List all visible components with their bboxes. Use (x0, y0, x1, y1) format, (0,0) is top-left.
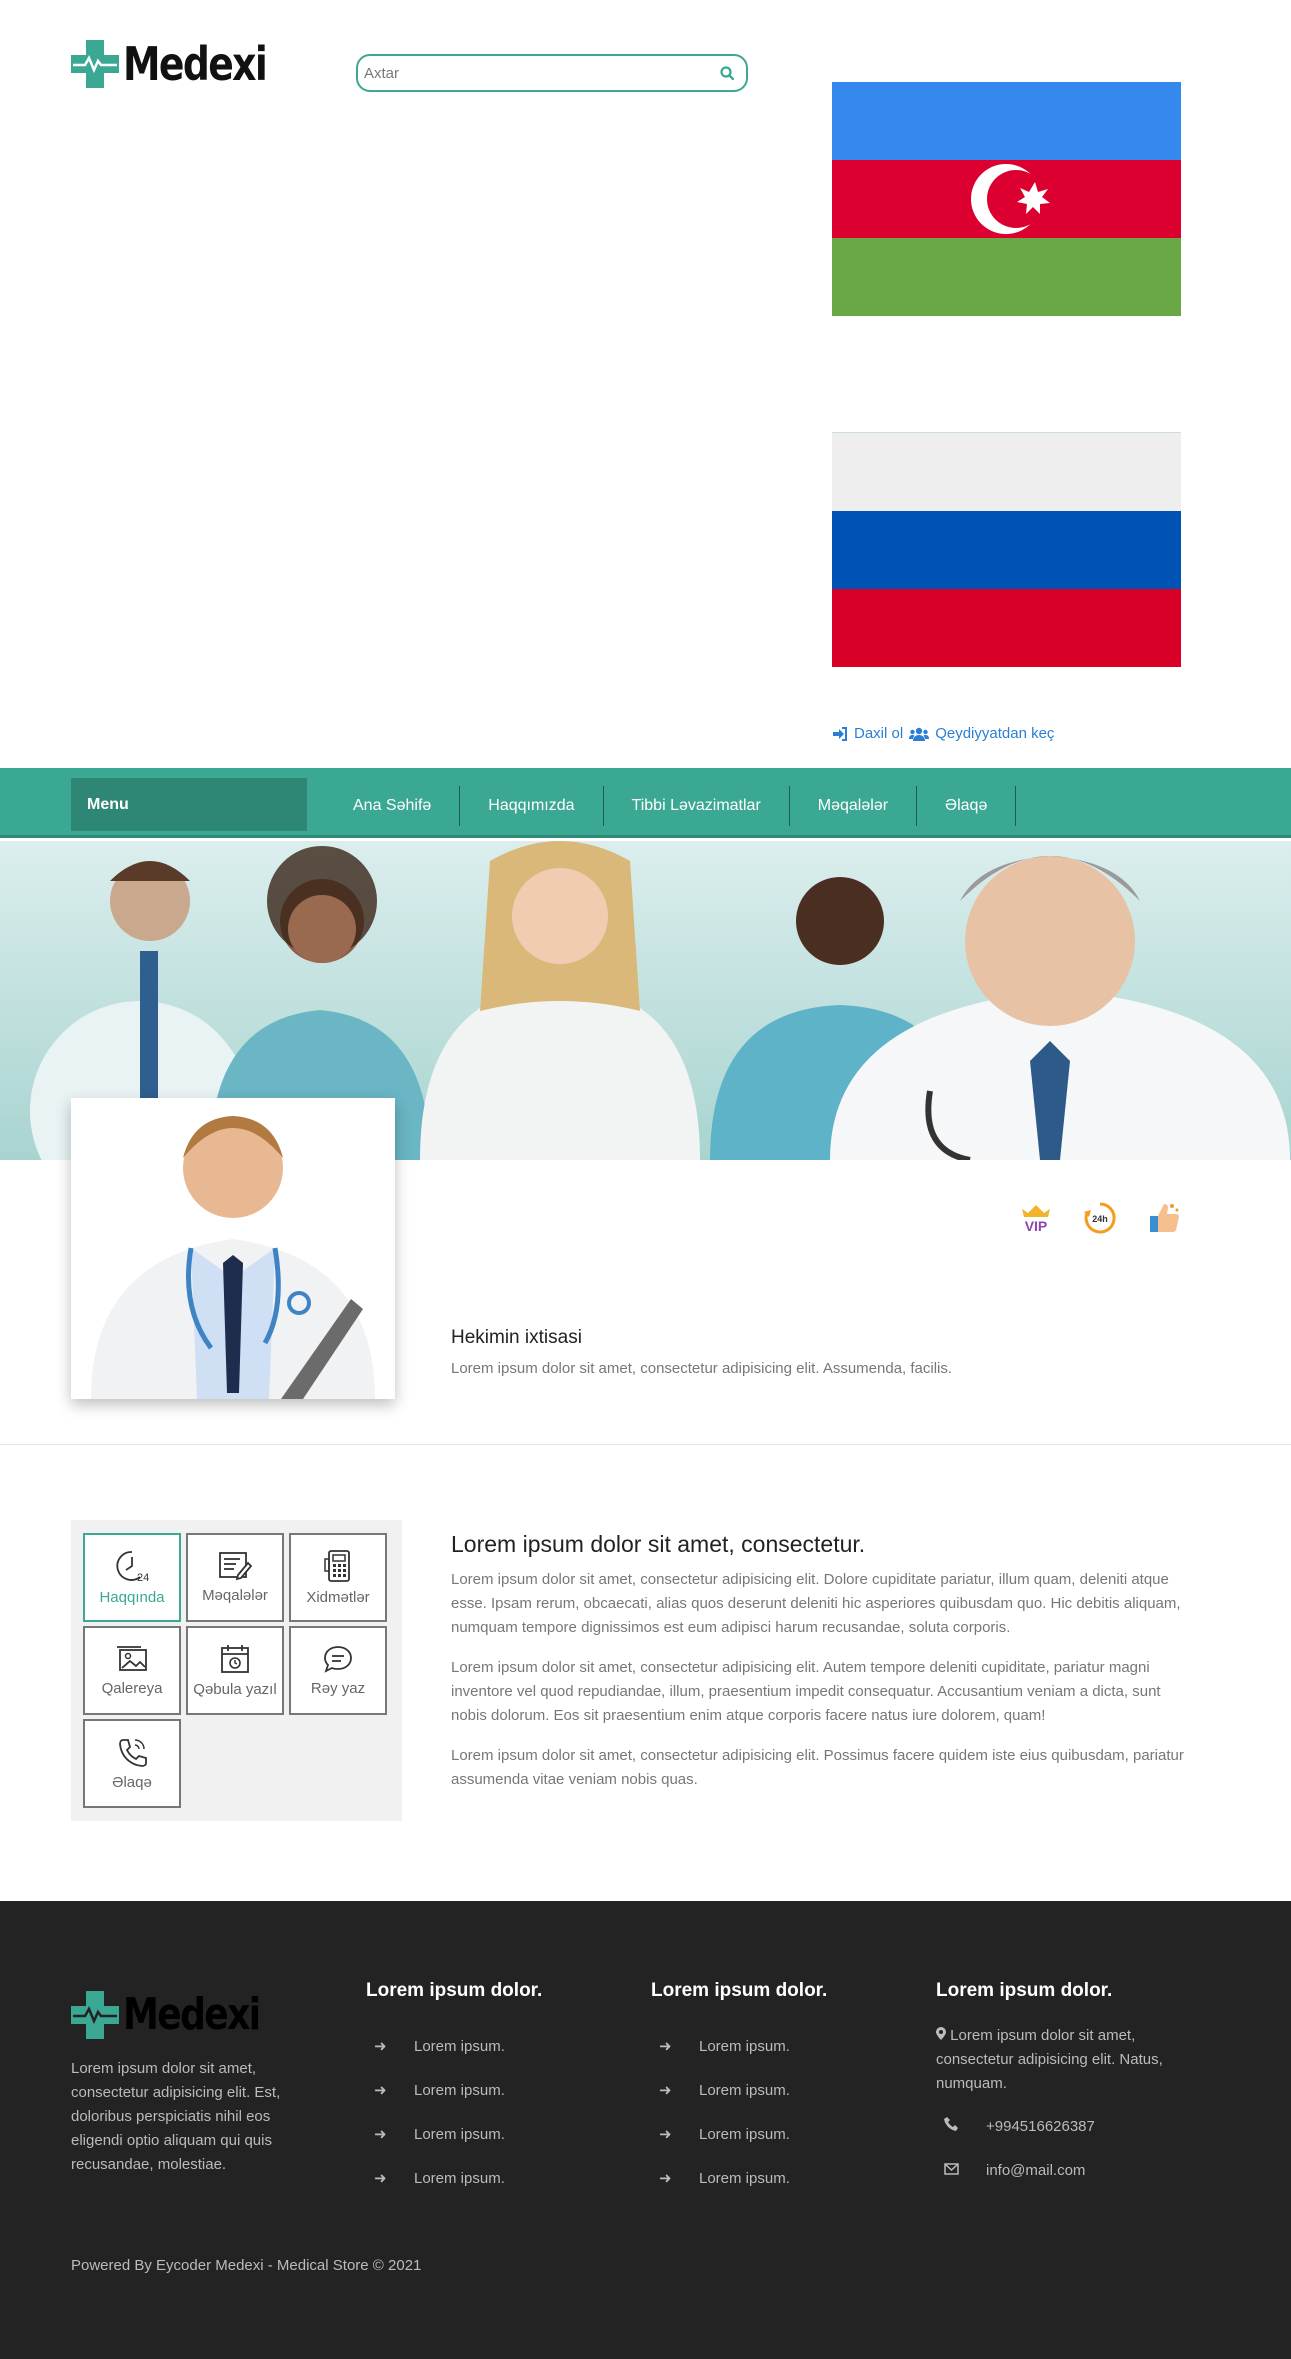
search-icon[interactable] (718, 64, 736, 82)
envelope-icon (936, 2162, 986, 2179)
footer-link[interactable]: ➜ Lorem ipsum. (366, 2156, 542, 2200)
arrow-right-icon: ➜ (659, 2170, 672, 2187)
footer-email[interactable]: info@mail.com (936, 2148, 1186, 2192)
calendar-icon (221, 1644, 249, 1673)
clock-24h-badge-icon: 24h (1082, 1200, 1118, 1236)
chat-icon (324, 1645, 352, 1673)
footer-link[interactable]: ➜ Lorem ipsum. (366, 2068, 542, 2112)
vip-badge-icon: VIP (1018, 1200, 1054, 1236)
tile-appointment[interactable]: Qəbula yazıl (186, 1626, 284, 1715)
about-title: Lorem ipsum dolor sit amet, consectetur. (451, 1531, 866, 1557)
phone-icon (936, 2117, 986, 2135)
specialty-title: Hekimin ixtisasi (451, 1327, 582, 1348)
tile-label: Əlaqə (112, 1773, 152, 1791)
tile-label: Haqqında (99, 1588, 165, 1606)
calculator-icon (324, 1549, 350, 1582)
svg-text:VIP: VIP (1025, 1218, 1048, 1233)
footer-column-title: Lorem ipsum dolor. (936, 1980, 1113, 2001)
russia-flag-icon[interactable] (832, 432, 1181, 667)
arrow-right-icon: ➜ (374, 2038, 387, 2055)
arrow-right-icon: ➜ (374, 2170, 387, 2187)
footer-column-1: Lorem ipsum dolor. ➜ Lorem ipsum. ➜ Lorem … (366, 1980, 542, 2200)
medical-cross-icon (71, 40, 119, 88)
brand-logo[interactable]: Medexi (71, 40, 298, 88)
main-navbar: Menu Ana Səhifə Haqqımızda Tibbi Ləvazim… (0, 768, 1291, 838)
tile-label: Qalereya (101, 1679, 163, 1697)
quick-links-grid: 24 Haqqında Məqalələr Xidmətlər Qalereya… (71, 1520, 402, 1821)
arrow-right-icon: ➜ (659, 2126, 672, 2143)
tile-review[interactable]: Rəy yaz (289, 1626, 387, 1715)
footer-link[interactable]: ➜ Lorem ipsum. (651, 2112, 827, 2156)
nav-item-home[interactable]: Ana Səhifə (325, 786, 461, 826)
footer: Medexi Lorem ipsum dolor sit amet, conse… (0, 1901, 1291, 2359)
footer-column-2: Lorem ipsum dolor. ➜ Lorem ipsum. ➜ Lorem … (651, 1980, 827, 2200)
footer-column-title: Lorem ipsum dolor. (651, 1980, 828, 2001)
about-paragraph: Lorem ipsum dolor sit amet, consectetur … (451, 1571, 1181, 1636)
arrow-right-icon: ➜ (659, 2082, 672, 2099)
arrow-right-icon: ➜ (374, 2126, 387, 2143)
tile-label: Qəbula yazıl (193, 1680, 277, 1698)
register-link[interactable]: Qeydiyyatdan keç (935, 725, 1054, 742)
nav-item-contact[interactable]: Əlaqə (917, 786, 1017, 826)
nav-item-about[interactable]: Haqqımızda (460, 786, 604, 826)
footer-description: Lorem ipsum dolor sit amet, consectetur … (71, 2060, 281, 2173)
article-edit-icon (219, 1551, 252, 1580)
brand-name: Medexi (123, 37, 268, 91)
footer-address: Lorem ipsum dolor sit amet, consectetur … (936, 2027, 1163, 2092)
nav-links: Ana Səhifə Haqqımızda Tibbi Ləvazimatlar… (325, 786, 1017, 826)
tile-label: Rəy yaz (310, 1679, 366, 1697)
search-input[interactable] (364, 64, 718, 82)
nav-item-articles[interactable]: Məqalələr (790, 786, 918, 826)
badges: VIP 24h (1018, 1200, 1182, 1236)
footer-link[interactable]: ➜ Lorem ipsum. (651, 2156, 827, 2200)
footer-phone[interactable]: +994516626387 (936, 2104, 1186, 2148)
search-box (356, 54, 748, 92)
tile-services[interactable]: Xidmətlər (289, 1533, 387, 1622)
doctor-profile-photo (71, 1098, 395, 1399)
svg-text:24: 24 (137, 1572, 149, 1583)
clock-24-icon: 24 (116, 1550, 149, 1583)
footer-link[interactable]: ➜ Lorem ipsum. (366, 2024, 542, 2068)
users-icon (909, 727, 930, 741)
login-link[interactable]: Daxil ol (854, 725, 903, 742)
svg-text:24h: 24h (1092, 1214, 1108, 1224)
arrow-right-icon: ➜ (659, 2038, 672, 2055)
about-paragraph: Lorem ipsum dolor sit amet, consectetur … (451, 1747, 1184, 1788)
auth-links: Daxil ol Qeydiyyatdan keç (832, 725, 1054, 742)
section-divider (0, 1444, 1291, 1445)
tile-label: Xidmətlər (306, 1588, 370, 1606)
gallery-icon (117, 1645, 147, 1671)
menu-toggle[interactable]: Menu (71, 778, 307, 831)
footer-link[interactable]: ➜ Lorem ipsum. (651, 2024, 827, 2068)
tile-contact[interactable]: Əlaqə (83, 1719, 181, 1808)
footer-brand-logo[interactable]: Medexi (71, 1991, 289, 2039)
footer-link[interactable]: ➜ Lorem ipsum. (651, 2068, 827, 2112)
tile-articles[interactable]: Məqalələr (186, 1533, 284, 1622)
footer-brand-name: Medexi (123, 1989, 261, 2040)
specialty-text: Lorem ipsum dolor sit amet, consectetur … (451, 1360, 953, 1377)
footer-link[interactable]: ➜ Lorem ipsum. (366, 2112, 542, 2156)
sign-in-icon (833, 726, 847, 741)
phone-icon (119, 1738, 147, 1767)
thumbs-up-badge-icon (1146, 1200, 1182, 1236)
copyright: Powered By Eycoder Medexi - Medical Stor… (71, 2257, 422, 2274)
about-paragraph: Lorem ipsum dolor sit amet, consectetur … (451, 1659, 1161, 1724)
arrow-right-icon: ➜ (374, 2082, 387, 2099)
tile-label: Məqalələr (202, 1586, 268, 1604)
nav-item-medical-supplies[interactable]: Tibbi Ləvazimatlar (604, 786, 790, 826)
medical-cross-icon (71, 1991, 119, 2039)
tile-gallery[interactable]: Qalereya (83, 1626, 181, 1715)
footer-column-3: Lorem ipsum dolor. Lorem ipsum dolor sit… (936, 1980, 1186, 2192)
tile-about[interactable]: 24 Haqqında (83, 1533, 181, 1622)
azerbaijan-flag-icon[interactable] (832, 82, 1181, 316)
map-marker-icon (936, 2027, 946, 2044)
footer-column-title: Lorem ipsum dolor. (366, 1980, 543, 2001)
